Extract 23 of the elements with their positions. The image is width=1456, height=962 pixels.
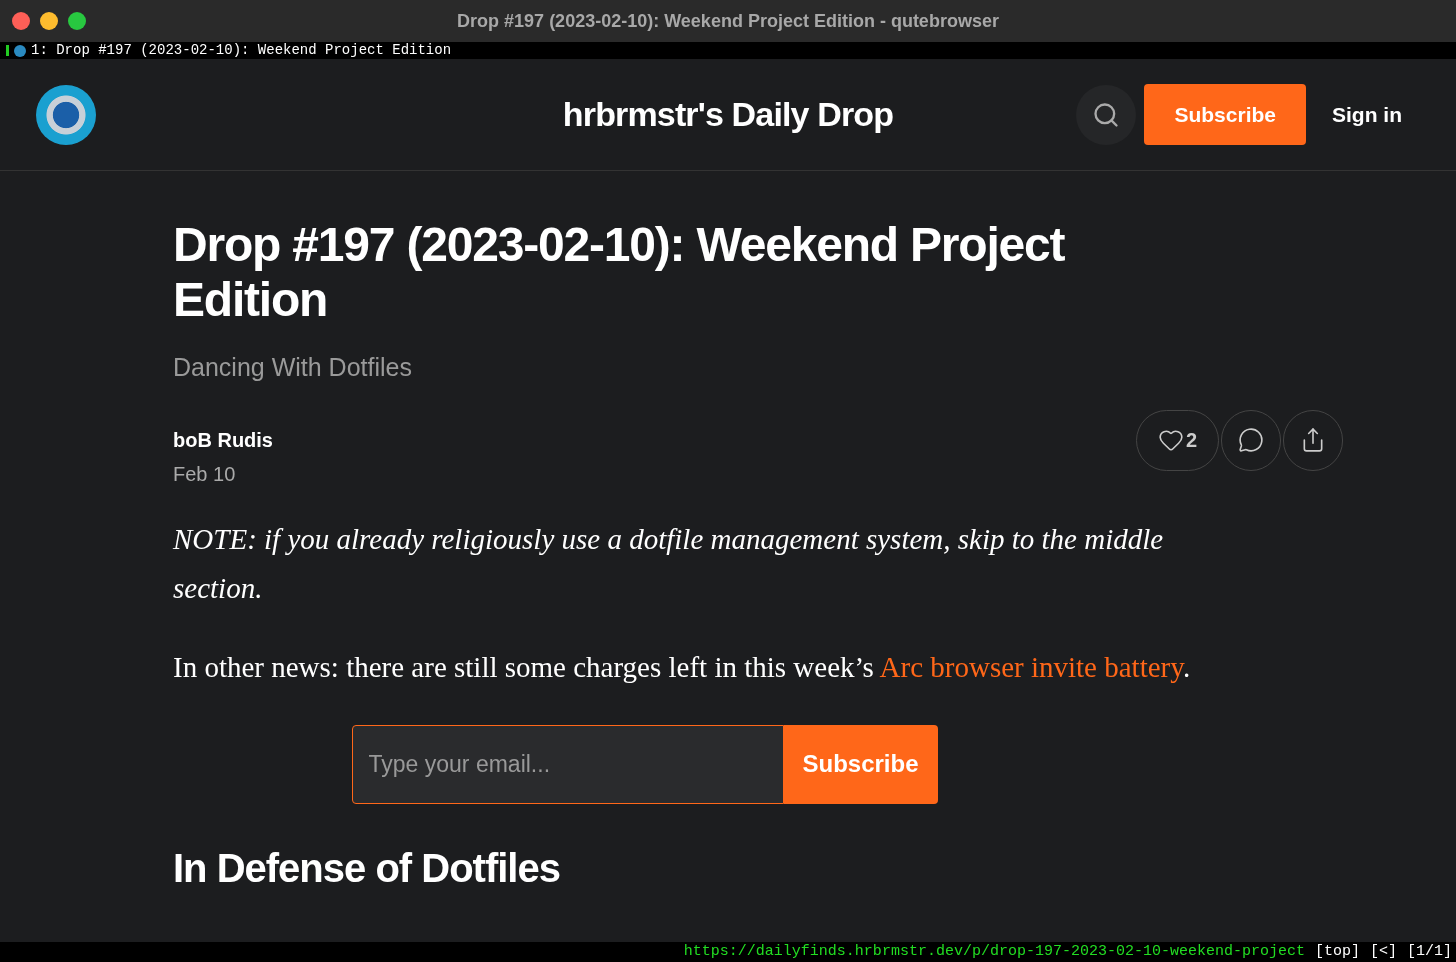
sign-in-button[interactable]: Sign in	[1314, 84, 1420, 145]
search-icon	[1092, 100, 1121, 129]
section-heading: In Defense of Dotfiles	[173, 844, 561, 892]
post-subtitle: Dancing With Dotfiles	[173, 352, 413, 383]
email-field[interactable]: Type your email...	[351, 724, 784, 804]
heart-icon	[1157, 427, 1184, 453]
close-button[interactable]	[12, 12, 30, 30]
zoom-button[interactable]	[68, 12, 86, 30]
note-paragraph: NOTE: if you already religiously use a dotfile management system, skip to the middle section.	[173, 521, 1165, 606]
post-date: Feb 10	[173, 461, 237, 487]
window-title: Drop #197 (2023-02-10): Weekend Project Edition - qutebrowser	[457, 9, 999, 33]
favicon-icon	[14, 44, 26, 57]
site-title[interactable]: hrbrmstr's Daily Drop	[562, 89, 894, 140]
minimize-button[interactable]	[40, 12, 58, 30]
status-url: https://dailyfinds.hrbrmstr.dev/p/drop-197-2023-02-10-weekend-project	[683, 941, 1305, 962]
comment-icon	[1238, 427, 1264, 453]
history-indicator: [<]	[1369, 941, 1397, 962]
post-title: Drop #197 (2023-02-10): Weekend Project Edition	[173, 217, 1066, 327]
tab-index: [1/1]	[1407, 941, 1452, 962]
author-name[interactable]: boB Rudis	[173, 424, 273, 455]
scroll-position: [top]	[1314, 941, 1360, 962]
news-paragraph: In other news: there are still some charges left in this week’s Arc browser invite battery.	[173, 649, 1192, 685]
arc-invite-link[interactable]: Arc browser invite battery	[879, 650, 1183, 683]
